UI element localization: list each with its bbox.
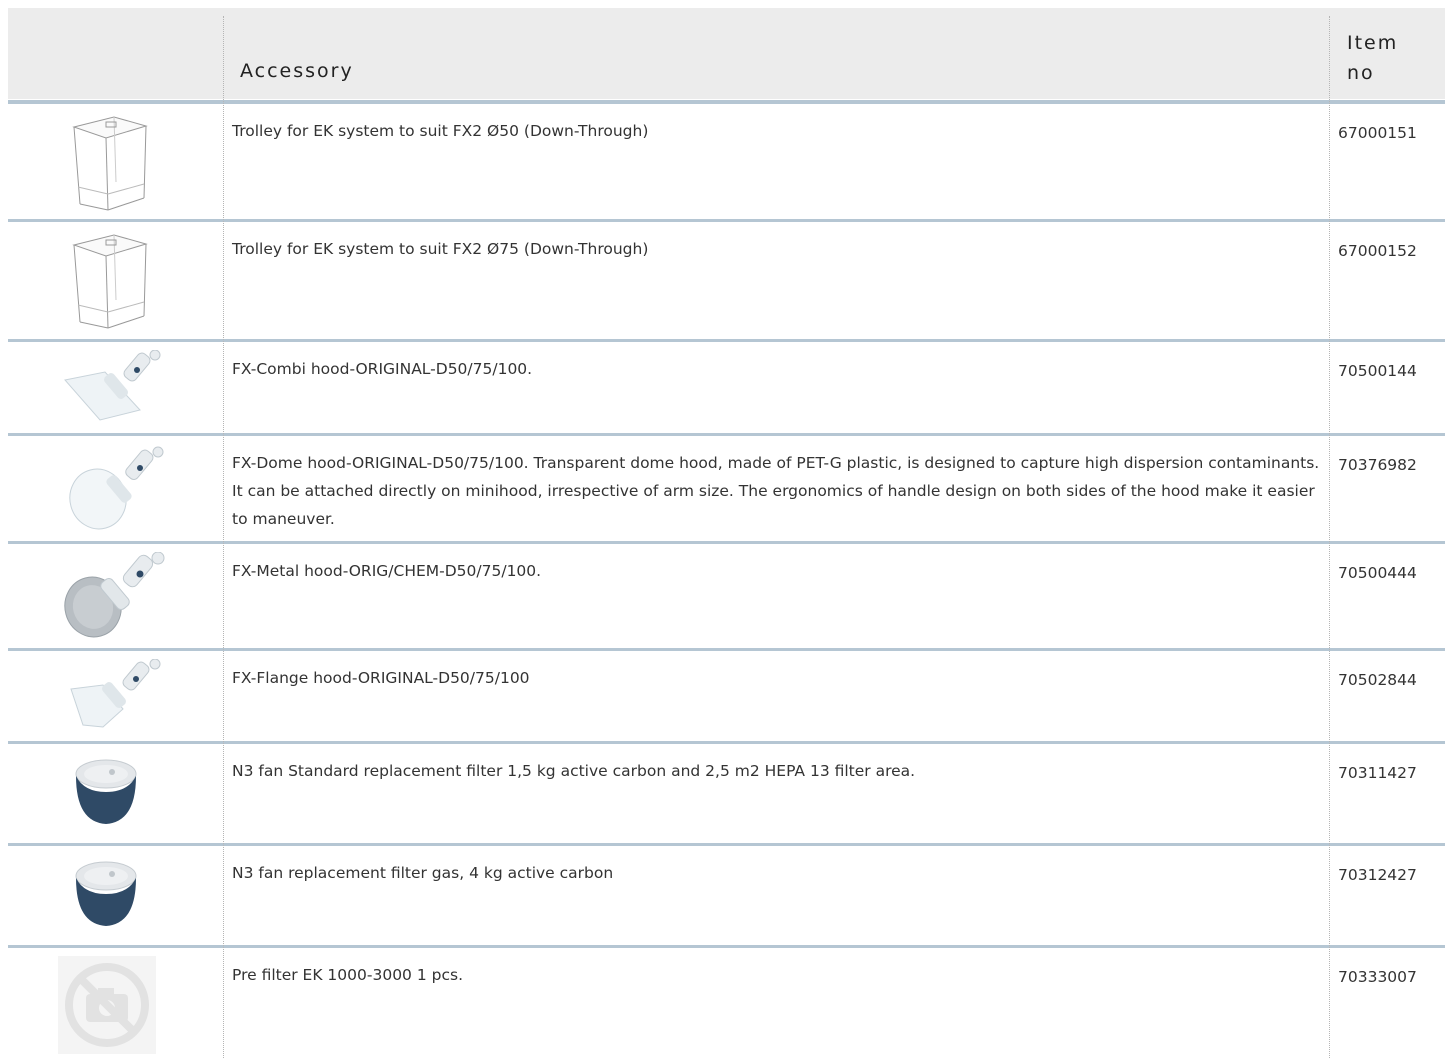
trolley-icon (8, 222, 223, 339)
filter-icon (8, 846, 223, 945)
row-description: Trolley for EK system to suit FX2 Ø50 (D… (232, 122, 649, 140)
metal-hood-icon (8, 544, 223, 648)
row-item-no: 70312427 (1338, 866, 1417, 884)
header-item-no: Item no (1347, 28, 1417, 88)
no-image-icon (8, 948, 223, 1058)
row-item-no: 70500444 (1338, 564, 1417, 582)
flange-hood-icon (8, 651, 223, 741)
trolley-icon (8, 104, 223, 219)
row-description: FX-Dome hood-ORIGINAL-D50/75/100. Transp… (232, 454, 1320, 528)
column-divider (1329, 16, 1330, 1058)
row-item-no: 70311427 (1338, 764, 1417, 782)
row-item-no: 70376982 (1338, 456, 1417, 474)
header-accessory: Accessory (240, 60, 354, 82)
header-item-line2: no (1347, 62, 1375, 84)
row-description: Pre filter EK 1000-3000 1 pcs. (232, 966, 464, 984)
row-item-no: 67000152 (1338, 242, 1417, 260)
row-description: N3 fan Standard replacement filter 1,5 k… (232, 762, 916, 780)
row-description: N3 fan replacement filter gas, 4 kg acti… (232, 864, 614, 882)
row-item-no: 70333007 (1338, 968, 1417, 986)
row-item-no: 70500144 (1338, 362, 1417, 380)
accessory-table: Accessory Item no Trolley for EK system … (8, 8, 1445, 1058)
row-description: FX-Flange hood-ORIGINAL-D50/75/100 (232, 669, 530, 687)
row-item-no: 70502844 (1338, 671, 1417, 689)
row-item-no: 67000151 (1338, 124, 1417, 142)
row-description: Trolley for EK system to suit FX2 Ø75 (D… (232, 240, 649, 258)
row-description: FX-Metal hood-ORIG/CHEM-D50/75/100. (232, 562, 542, 580)
combi-hood-icon (8, 342, 223, 433)
filter-icon (8, 744, 223, 843)
row-description: FX-Combi hood-ORIGINAL-D50/75/100. (232, 360, 533, 378)
dome-hood-icon (8, 436, 223, 541)
header-item-line1: Item (1347, 32, 1399, 54)
column-divider (223, 16, 224, 1058)
